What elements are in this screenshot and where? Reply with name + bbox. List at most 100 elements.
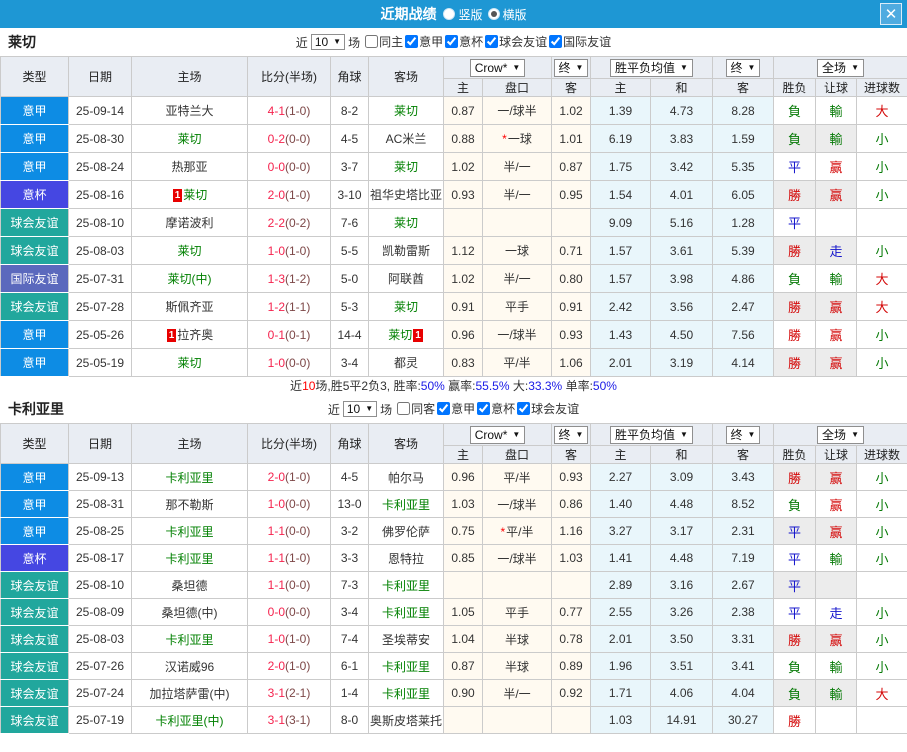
home-team-link[interactable]: 莱切 xyxy=(177,356,201,370)
filter-option[interactable]: 球会友谊 xyxy=(485,33,547,50)
home-team-link[interactable]: 莱切 xyxy=(177,132,201,146)
away-team-link[interactable]: 阿联酋 xyxy=(388,272,424,286)
home-team-link[interactable]: 桑坦德 xyxy=(171,579,207,593)
avg-time-select[interactable]: 终 ▼ xyxy=(725,58,761,77)
filter-option[interactable]: 球会友谊 xyxy=(517,400,579,417)
home-team-link[interactable]: 卡利亚里 xyxy=(165,633,213,647)
avg-away-odds: 1.28 xyxy=(712,208,774,237)
avg-time-select[interactable]: 终 ▼ xyxy=(725,425,761,444)
home-team-link[interactable]: 斯佩齐亚 xyxy=(165,300,213,314)
away-team-link[interactable]: 卡利亚里 xyxy=(382,687,430,701)
away-team-link[interactable]: 卡利亚里 xyxy=(382,606,430,620)
home-team-link[interactable]: 那不勒斯 xyxy=(165,498,213,512)
home-team-link[interactable]: 卡利亚里 xyxy=(165,525,213,539)
red-card-badge: 1 xyxy=(413,329,423,342)
home-team-link[interactable]: 加拉塔萨雷(中) xyxy=(150,687,230,701)
avg-odds-select[interactable]: 胜平负均值 ▼ xyxy=(610,58,693,77)
layout-horizontal-option[interactable]: 横版 xyxy=(487,6,527,23)
col-away: 客场 xyxy=(368,56,444,97)
goals-result: 小 xyxy=(855,152,907,181)
away-team-link[interactable]: 帕尔马 xyxy=(388,471,424,485)
radio-unchecked-icon[interactable] xyxy=(443,8,456,20)
filter-option[interactable]: 意甲 xyxy=(437,400,475,417)
matches-table: 类型 日期 主场 比分(半场) 角球 客场 Crow* ▼ 终 ▼ 胜平负均值 ▼ 终… xyxy=(0,423,907,734)
away-team-link[interactable]: 恩特拉 xyxy=(388,552,424,566)
home-team-link[interactable]: 莱切 xyxy=(183,188,207,202)
away-team-link[interactable]: 卡利亚里 xyxy=(382,498,430,512)
filter-checkbox[interactable] xyxy=(477,402,491,415)
home-team-link[interactable]: 卡利亚里 xyxy=(165,471,213,485)
away-team-link[interactable]: 莱切 xyxy=(394,160,418,174)
away-team-link[interactable]: 莱切 xyxy=(388,328,412,342)
away-team-link[interactable]: 都灵 xyxy=(394,356,418,370)
section-header: 莱切 近 10 ▼ 场 同主 意甲 意杯 球会友谊 国际友谊 xyxy=(0,28,907,56)
filter-option[interactable]: 意杯 xyxy=(477,400,515,417)
home-team-link[interactable]: 卡利亚里(中) xyxy=(156,714,224,728)
away-team-link[interactable]: 凯勒雷斯 xyxy=(382,244,430,258)
filter-checkboxes: 同客 意甲 意杯 球会友谊 xyxy=(395,400,579,418)
home-team-link[interactable]: 汉诺威96 xyxy=(165,660,214,674)
filter-checkbox[interactable] xyxy=(397,402,411,415)
filter-checkbox[interactable] xyxy=(437,402,451,415)
handicap-away-odds: 0.87 xyxy=(551,152,591,181)
handicap-home-odds xyxy=(443,571,483,599)
recent-count-select[interactable]: 10 ▼ xyxy=(310,34,346,50)
home-team-link[interactable]: 拉齐奥 xyxy=(177,328,213,342)
away-team-link[interactable]: 卡利亚里 xyxy=(382,579,430,593)
red-card-badge: 1 xyxy=(172,189,183,202)
home-team-link[interactable]: 莱切(中) xyxy=(168,272,212,286)
avg-odds-select[interactable]: 胜平负均值 ▼ xyxy=(610,425,693,444)
filter-checkbox[interactable] xyxy=(365,35,379,48)
home-team-link[interactable]: 热那亚 xyxy=(171,160,207,174)
goals-result: 大 xyxy=(855,292,907,321)
home-team-link[interactable]: 卡利亚里 xyxy=(165,552,213,566)
filter-checkbox[interactable] xyxy=(549,35,563,48)
home-team-link[interactable]: 亚特兰大 xyxy=(165,104,213,118)
odds-time-select[interactable]: 终 ▼ xyxy=(553,425,589,444)
handicap-away-odds: 1.06 xyxy=(551,348,591,377)
close-button[interactable]: ✕ xyxy=(880,3,902,25)
home-team-cell: 加拉塔萨雷(中) xyxy=(131,679,248,707)
away-team-link[interactable]: 圣埃蒂安 xyxy=(382,633,430,647)
home-team-cell: 卡利亚里 xyxy=(131,517,248,545)
match-date: 25-05-26 xyxy=(68,320,132,349)
filter-option[interactable]: 同客 xyxy=(397,400,435,417)
bookmaker-select[interactable]: Crow* ▼ xyxy=(469,425,526,444)
away-team-link[interactable]: 卡利亚里 xyxy=(382,660,430,674)
match-score: 2-0(1-0) xyxy=(247,180,331,209)
recent-count-select[interactable]: 10 ▼ xyxy=(342,401,378,417)
home-team-link[interactable]: 莱切 xyxy=(177,244,201,258)
away-team-link[interactable]: 莱切 xyxy=(394,216,418,230)
away-team-link[interactable]: 莱切 xyxy=(394,300,418,314)
match-date: 25-08-10 xyxy=(68,208,132,237)
filter-option[interactable]: 意甲 xyxy=(405,33,443,50)
away-team-link[interactable]: AC米兰 xyxy=(386,132,427,146)
home-team-link[interactable]: 摩诺波利 xyxy=(165,216,213,230)
period-select[interactable]: 全场 ▼ xyxy=(817,425,864,444)
filter-checkbox[interactable] xyxy=(445,35,459,48)
period-select[interactable]: 全场 ▼ xyxy=(817,58,864,77)
away-team-link[interactable]: 莱切 xyxy=(394,104,418,118)
filter-option[interactable]: 国际友谊 xyxy=(549,33,611,50)
odds-time-select[interactable]: 终 ▼ xyxy=(553,58,589,77)
layout-vertical-option[interactable]: 竖版 xyxy=(443,6,483,23)
filter-checkbox[interactable] xyxy=(517,402,531,415)
half-time-score: (2-1) xyxy=(285,686,311,700)
table-row: 球会友谊 25-07-24 加拉塔萨雷(中) 3-1(2-1) 1-4 卡利亚里 0.90 半… xyxy=(0,679,907,707)
filter-checkbox[interactable] xyxy=(405,35,419,48)
bookmaker-select[interactable]: Crow* ▼ xyxy=(469,58,526,77)
handicap-result: 赢 xyxy=(815,348,857,377)
match-score: 0-1(0-1) xyxy=(247,320,331,349)
away-team-link[interactable]: 祖华史塔比亚 xyxy=(370,188,442,202)
chevron-down-icon: ▼ xyxy=(680,429,688,439)
away-team-link[interactable]: 奥斯皮塔莱托 xyxy=(370,714,442,728)
wdl-result: 平 xyxy=(773,152,816,181)
home-team-link[interactable]: 桑坦德(中) xyxy=(162,606,218,620)
handicap-result: 赢 xyxy=(815,180,857,209)
away-team-link[interactable]: 佛罗伦萨 xyxy=(382,525,430,539)
radio-checked-icon[interactable] xyxy=(487,8,500,20)
filter-checkbox[interactable] xyxy=(485,35,499,48)
summary-part: 50% xyxy=(420,379,445,393)
filter-option[interactable]: 同主 xyxy=(365,33,403,50)
filter-option[interactable]: 意杯 xyxy=(445,33,483,50)
